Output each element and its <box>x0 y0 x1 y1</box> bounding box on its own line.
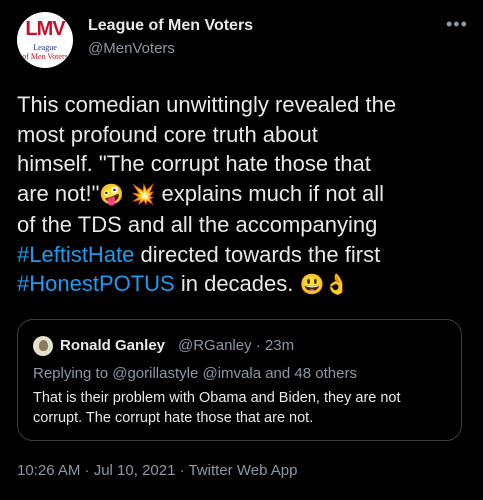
quoted-replying-to: Replying to @gorillastyle @imvala and 48… <box>33 365 357 382</box>
smiling-face-emoji-icon: 😃 <box>299 274 325 296</box>
tweet: LMV League of Men Voters League of Men V… <box>0 0 483 500</box>
tweet-text-line: explains much if not all <box>155 180 385 206</box>
collision-emoji-icon: 💥 <box>130 183 156 206</box>
tweet-text-line: This comedian unwittingly revealed the <box>17 92 397 117</box>
avatar-logo-line2: of Men Voters <box>22 52 68 61</box>
hashtag-leftisthate-link[interactable]: #LeftistHate <box>17 242 134 267</box>
ok-hand-emoji-icon: 👌 <box>324 274 350 296</box>
tweet-text-line: himself. "The corrupt hate those that <box>17 151 371 176</box>
quoted-author-avatar <box>33 336 53 356</box>
quoted-author-handle-time: @RGanley · 23m <box>178 337 295 354</box>
hashtag-honestpotus-link[interactable]: #HonestPOTUS <box>17 271 175 296</box>
tweet-text: This comedian unwittingly revealed the m… <box>17 90 477 301</box>
author-display-name[interactable]: League of Men Voters <box>88 17 253 35</box>
zany-face-emoji-icon: 🤪 <box>99 183 125 206</box>
tweet-text-line: are not!" <box>17 180 100 206</box>
tweet-text-line: of the TDS and all the accompanying <box>17 212 378 237</box>
avatar-logo-text: LMV <box>25 18 65 40</box>
tweet-text-line: in decades. <box>174 271 300 296</box>
quoted-author-name: Ronald Ganley <box>60 337 166 354</box>
author-avatar[interactable]: LMV League of Men Voters <box>17 12 73 68</box>
more-options-icon[interactable]: ••• <box>446 14 468 35</box>
quoted-tweet[interactable]: Ronald Ganley @RGanley · 23m Replying to… <box>17 319 462 441</box>
tweet-timestamp-source[interactable]: 10:26 AM · Jul 10, 2021 · Twitter Web Ap… <box>17 462 297 479</box>
quoted-tweet-text: That is their problem with Obama and Bid… <box>33 390 401 426</box>
tweet-text-line: most profound core truth about <box>17 121 318 147</box>
avatar-logo-line1: League <box>33 43 57 52</box>
author-handle[interactable]: @MenVoters <box>88 40 175 57</box>
tweet-text-line: directed towards the first <box>134 241 381 267</box>
